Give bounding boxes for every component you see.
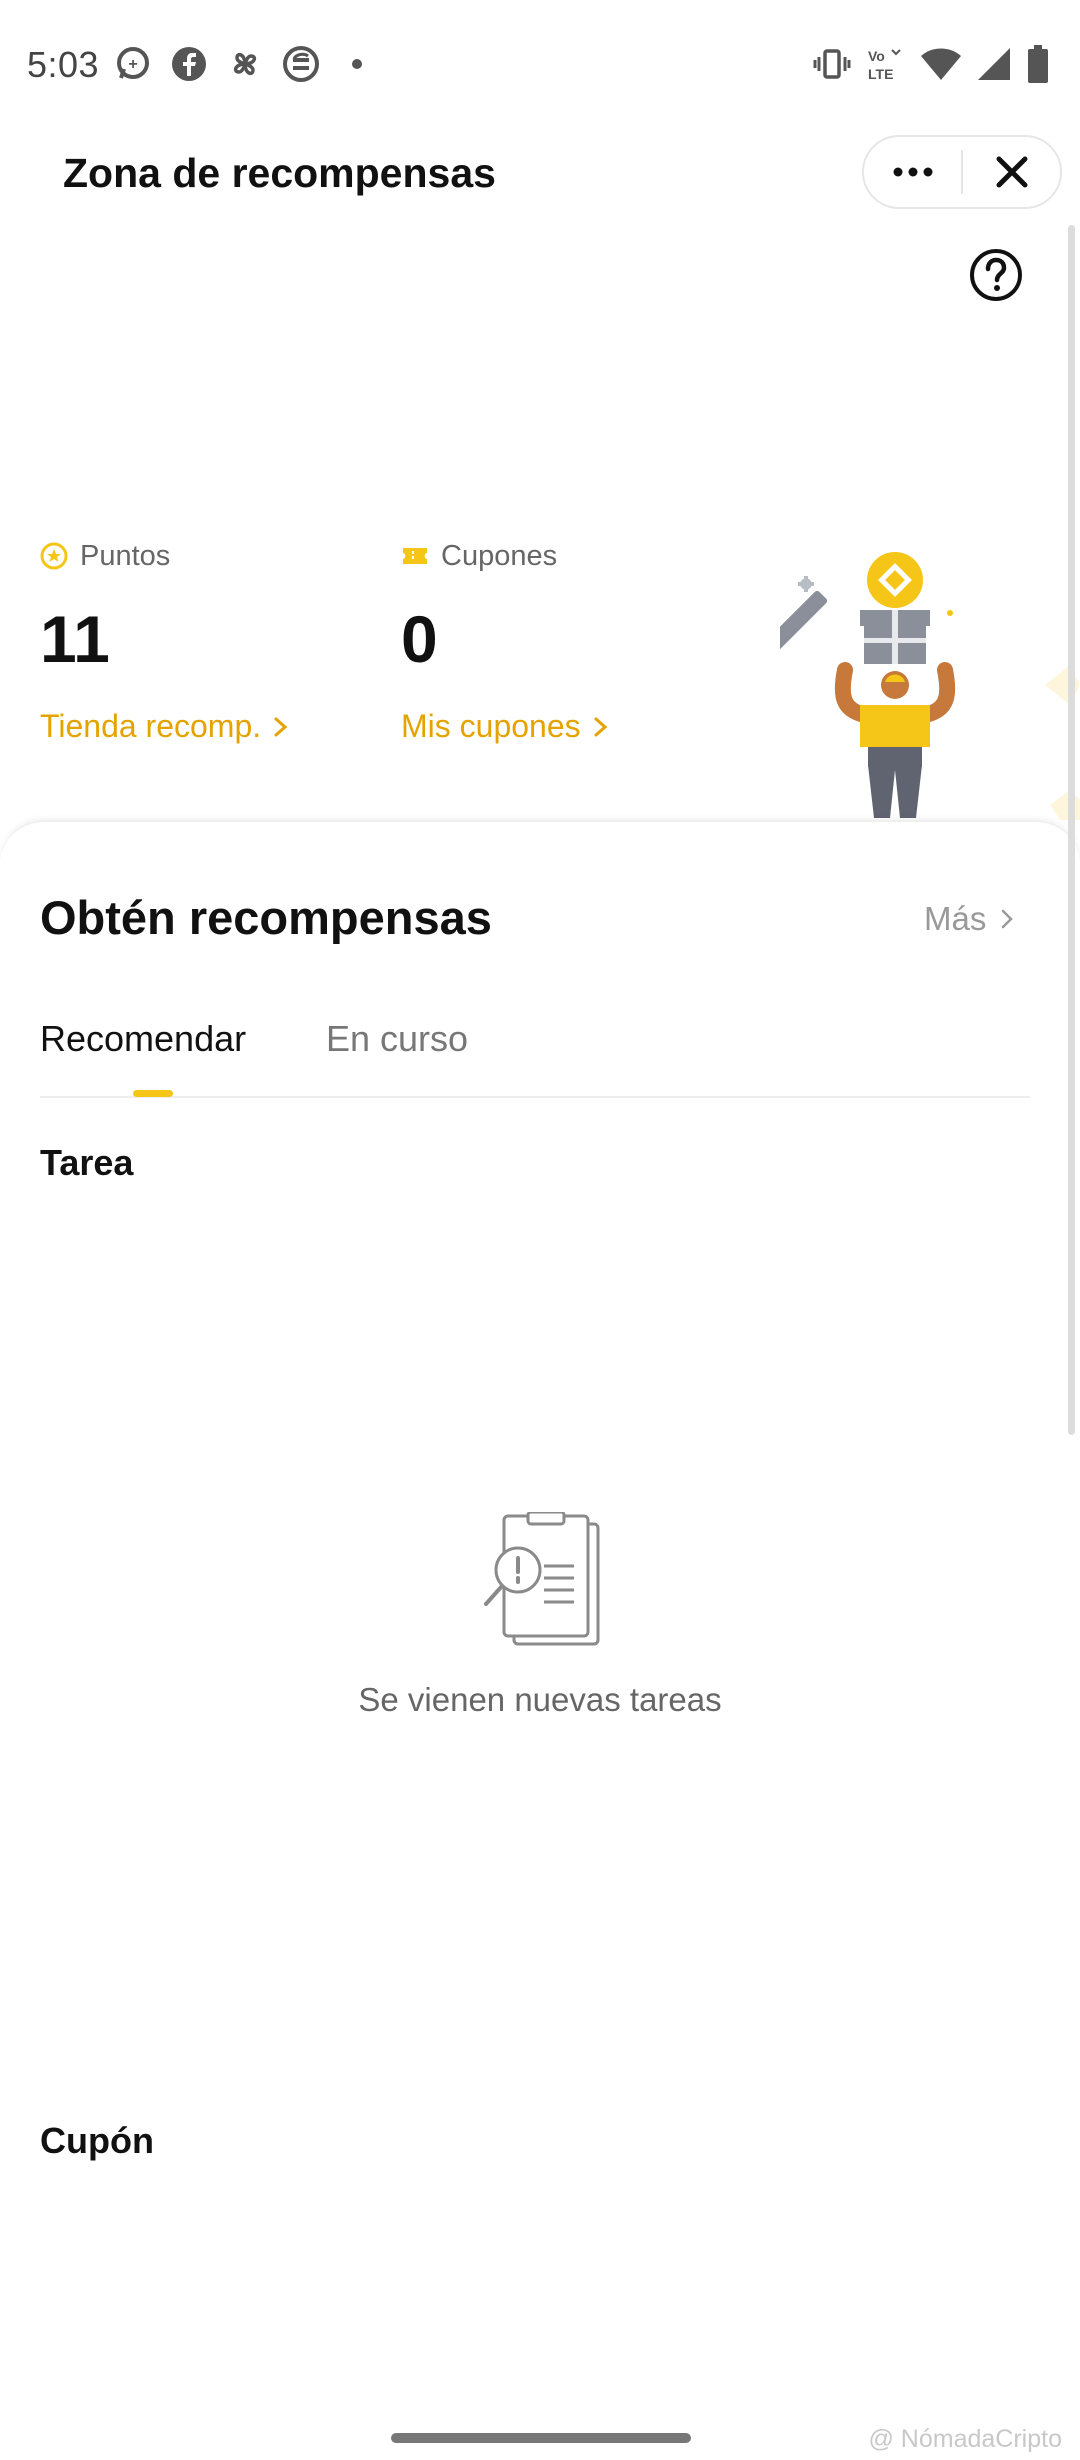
scrollbar[interactable] — [1068, 225, 1075, 1435]
chevron-right-icon — [274, 717, 288, 736]
tab-bar: Recomendar En curso — [40, 1018, 1030, 1098]
rewards-card: Obtén recompensas Más Recomendar En curs… — [0, 820, 1080, 2460]
points-summary: Puntos 11 Tienda recomp. — [40, 538, 289, 745]
coupons-value: 0 — [401, 602, 438, 676]
points-value: 11 — [40, 602, 110, 676]
mini-program-capsule — [862, 135, 1062, 209]
rewards-illustration — [768, 540, 1080, 820]
empty-state-text: Se vienen nuevas tareas — [358, 1681, 722, 1718]
app-header: Zona de recompensas — [0, 130, 1080, 240]
my-coupons-link[interactable]: Mis cupones — [401, 708, 609, 745]
svg-text:Vo: Vo — [868, 48, 885, 64]
svg-text:+: + — [128, 56, 137, 73]
volte-icon: Vo LTE — [866, 44, 906, 84]
chevron-right-icon — [594, 717, 607, 736]
card-title: Obtén recompensas — [40, 891, 492, 944]
page-title: Zona de recompensas — [63, 150, 496, 196]
tab-in-progress[interactable]: En curso — [326, 1018, 468, 1060]
section-title-coupon: Cupón — [40, 2120, 154, 2161]
rewards-store-label: Tienda recomp. — [40, 708, 262, 744]
chevron-right-icon — [1002, 909, 1014, 929]
vibrate-icon — [812, 44, 852, 84]
question-icon — [970, 249, 1022, 301]
notification-icons: + — [113, 44, 377, 84]
section-title-task: Tarea — [40, 1142, 134, 1183]
close-button[interactable] — [963, 137, 1060, 207]
status-bar: 5:03 + Vo LTE — [0, 0, 1080, 130]
whatsapp-icon: + — [113, 44, 153, 84]
status-time: 5:03 — [27, 44, 100, 85]
facebook-icon — [169, 44, 209, 84]
clipboard-search-icon — [484, 1510, 600, 1646]
active-tab-indicator — [133, 1090, 173, 1097]
battery-icon — [1026, 44, 1050, 84]
dot-icon — [337, 44, 377, 84]
rewards-store-link[interactable]: Tienda recomp. — [40, 708, 289, 745]
close-icon — [996, 156, 1027, 188]
svg-text:LTE: LTE — [868, 66, 893, 82]
coupons-label: Cupones — [441, 539, 558, 572]
wifi-icon — [920, 44, 962, 84]
more-link[interactable]: Más — [924, 900, 1014, 938]
tab-recommend[interactable]: Recomendar — [40, 1018, 246, 1060]
watermark: @ NómadaCripto — [868, 2425, 1062, 2453]
my-coupons-label: Mis cupones — [401, 708, 581, 744]
pinwheel-icon — [225, 44, 265, 84]
ellipsis-icon — [893, 167, 932, 177]
more-label: Más — [924, 900, 987, 937]
star-coin-icon — [40, 542, 68, 570]
points-label: Puntos — [80, 539, 171, 572]
ticket-icon — [403, 548, 427, 564]
currency-icon — [281, 44, 321, 84]
coupons-summary: Cupones 0 Mis cupones — [401, 538, 609, 745]
home-indicator[interactable] — [391, 2433, 691, 2443]
signal-icon — [976, 44, 1012, 84]
more-options-button[interactable] — [864, 137, 961, 207]
system-icons: Vo LTE — [812, 44, 1050, 84]
help-button[interactable] — [969, 248, 1023, 302]
empty-state: Se vienen nuevas tareas — [0, 1510, 1080, 1719]
